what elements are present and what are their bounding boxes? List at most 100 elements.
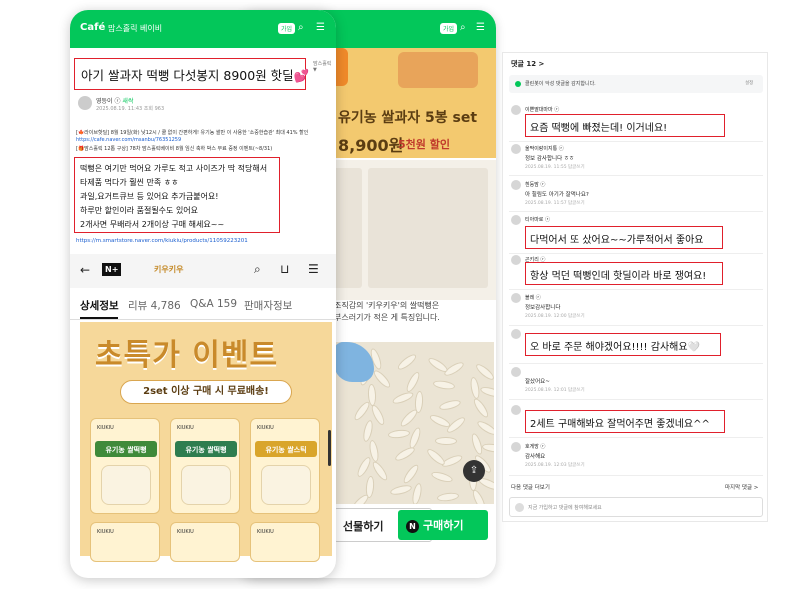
- comment-text: 다먹어서 또 샀어요~~가루적어서 좋아요: [530, 235, 704, 246]
- comment-join-input[interactable]: 지금 가입하고 댓글에 참여해보세요: [509, 497, 763, 517]
- comment-meta[interactable]: 2025.08.19. 12:01 답글쓰기: [525, 387, 585, 393]
- last-comment-link[interactable]: 마지막 댓글 >: [725, 483, 758, 491]
- avatar[interactable]: [511, 405, 521, 415]
- share-icon[interactable]: ⇪: [463, 460, 485, 482]
- cafe-logo[interactable]: Café: [80, 22, 105, 33]
- rice-cracker-piece: [398, 407, 420, 429]
- author-name[interactable]: 영등이 ⓡ 새싹: [96, 96, 133, 105]
- comment-author[interactable]: 이쁜딸대마마 ⓡ: [525, 106, 559, 113]
- store-brand-logo[interactable]: 키우키우: [154, 264, 183, 275]
- comment-text: 요즘 떡뻥에 빠졌는데! 이거네요!: [530, 123, 668, 134]
- rice-cracker-piece: [469, 432, 485, 456]
- rice-cracker-piece: [401, 462, 421, 486]
- join-button[interactable]: 가입: [440, 23, 458, 34]
- intro-line: [🎁맘스홀릭 12톱 구상] 78차 맘스홀릭베이비 8월 임신 축하 박스 무…: [76, 146, 273, 152]
- comment-meta[interactable]: 2025.08.19. 11:55 답글쓰기: [525, 164, 585, 170]
- comment-author[interactable]: 티아마로 ⓡ: [525, 216, 550, 223]
- active-tab-indicator: [80, 317, 118, 319]
- more-comments-link[interactable]: 다음 댓글 더보기: [511, 483, 550, 491]
- naver-plus-logo[interactable]: N+: [102, 263, 122, 276]
- divider: [509, 363, 763, 364]
- comment-highlight: 요즘 떡뻥에 빠졌는데! 이거네요!: [525, 114, 725, 137]
- package-label: 유기농 쌀스틱: [265, 446, 307, 454]
- avatar[interactable]: [511, 144, 521, 154]
- rice-cracker-piece: [395, 352, 419, 372]
- product-title: 유기농 쌀과자 5봉 set: [338, 110, 478, 126]
- rice-cracker-piece: [434, 436, 458, 446]
- buy-button[interactable]: N 구매하기: [398, 510, 488, 540]
- comment-meta[interactable]: 2025.08.19. 12:00 답글쓰기: [525, 313, 585, 319]
- divider: [509, 289, 763, 290]
- product-package[interactable]: KIUKIU 유기농 쌀스틱: [250, 418, 320, 514]
- tab-reviews[interactable]: 리뷰 4,786: [128, 298, 181, 313]
- product-package[interactable]: KIUKIU: [250, 522, 320, 562]
- avatar[interactable]: [511, 215, 521, 225]
- cafe-header: Café 맘스홀릭 베이비 가입 ⌕ ☰: [70, 10, 336, 48]
- comment-meta[interactable]: 2025.08.19. 12:03 답글쓰기: [525, 462, 585, 468]
- body-line: 타제품 먹다가 훨씬 만족 ㅎㅎ: [80, 178, 179, 187]
- intro-link[interactable]: https://cafe.naver.com/msanbu/76351259: [76, 137, 181, 143]
- comment-author[interactable]: 울딱이랑이지통 ⓡ: [525, 145, 564, 152]
- tab-qna[interactable]: Q&A 159: [190, 298, 237, 310]
- comments-panel: 댓글 12 > 클린봇이 악성 댓글을 감지합니다. 설정 이쁜딸대마마 ⓡ 요…: [502, 52, 768, 522]
- event-title: 초특가 이벤트: [95, 338, 279, 373]
- board-tag[interactable]: 맘스홀릭 ▼: [313, 60, 336, 73]
- search-icon[interactable]: ⌕: [254, 262, 261, 277]
- avatar[interactable]: [511, 105, 521, 115]
- menu-icon[interactable]: ☰: [476, 22, 485, 33]
- tab-seller-info[interactable]: 판매자정보: [244, 298, 292, 313]
- body-line: 하루만 할인이라 품절될수도 있어요: [80, 206, 199, 215]
- menu-icon[interactable]: ☰: [316, 22, 325, 33]
- package-label: 유기농 쌀떡뻥: [105, 446, 147, 454]
- avatar[interactable]: [511, 180, 521, 190]
- comment-author[interactable]: 호게방 ⓡ: [525, 443, 545, 450]
- rice-cracker-piece: [407, 426, 423, 450]
- avatar[interactable]: [511, 329, 521, 339]
- cafe-name[interactable]: 맘스홀릭 베이비: [108, 23, 162, 34]
- avatar[interactable]: [78, 96, 92, 110]
- comment-author[interactable]: 블레 ⓡ: [525, 294, 541, 301]
- comment-meta[interactable]: 2025.08.19. 11:57 답글쓰기: [525, 200, 585, 206]
- post-title-highlight: 아기 쌀과자 떡뻥 다섯봉지 8900원 핫딜💕: [74, 58, 309, 90]
- back-arrow-icon[interactable]: ←: [80, 263, 90, 277]
- comment-author[interactable]: 흰둥맘 ⓡ: [525, 181, 545, 188]
- product-discount: 5천원 할인: [398, 138, 450, 151]
- avatar[interactable]: [511, 293, 521, 303]
- cleanbot-settings[interactable]: 설정: [745, 80, 753, 86]
- divider: [509, 175, 763, 176]
- cart-icon[interactable]: ⊔: [280, 262, 289, 276]
- intro-line: [🍁라이브핫딜] 8월 19일(화) 낮12시 / 쿨 없이 간편하게! 유기농…: [76, 130, 309, 136]
- package-brand: KIUKIU: [177, 425, 194, 431]
- search-icon[interactable]: ⌕: [298, 22, 304, 33]
- scrollbar[interactable]: [328, 430, 331, 466]
- menu-icon[interactable]: ☰: [308, 262, 319, 276]
- comment-text: 정보감사합니다: [525, 305, 561, 311]
- store-link[interactable]: https://m.smartstore.naver.com/kiukiu/pr…: [76, 238, 248, 244]
- body-line: 2개사면 무배라서 2개이상 구매 해세요~~: [80, 220, 225, 229]
- divider: [509, 325, 763, 326]
- product-package[interactable]: KIUKIU: [170, 522, 240, 562]
- product-price: 8,900원: [338, 136, 404, 155]
- product-package[interactable]: KIUKIU 유기농 쌀떡뻥: [90, 418, 160, 514]
- join-button[interactable]: 가입: [278, 23, 296, 34]
- rice-cracker-piece: [428, 412, 452, 430]
- divider: [509, 399, 763, 400]
- comment-highlight: 오 바로 주문 해야겠어요!!!! 감사해요🤍: [525, 333, 721, 356]
- rice-cracker-piece: [387, 428, 411, 440]
- product-package[interactable]: KIUKIU: [90, 522, 160, 562]
- divider: [509, 253, 763, 254]
- product-package[interactable]: KIUKIU 유기농 쌀떡뻥: [170, 418, 240, 514]
- avatar[interactable]: [511, 442, 521, 452]
- package-brand: KIUKIU: [177, 529, 194, 535]
- body-line: 과일,요거트큐브 등 있어요 추가금붙어요!: [80, 192, 219, 201]
- comment-count[interactable]: 댓글 12 >: [511, 59, 544, 69]
- divider: [509, 437, 763, 438]
- rice-cracker-piece: [481, 442, 494, 454]
- snack-image: [101, 465, 151, 505]
- search-icon[interactable]: ⌕: [460, 22, 466, 33]
- avatar[interactable]: [511, 367, 521, 377]
- divider: [509, 475, 763, 476]
- avatar[interactable]: [511, 255, 521, 265]
- package-brand: KIUKIU: [97, 529, 114, 535]
- tab-detail[interactable]: 상세정보: [80, 298, 119, 313]
